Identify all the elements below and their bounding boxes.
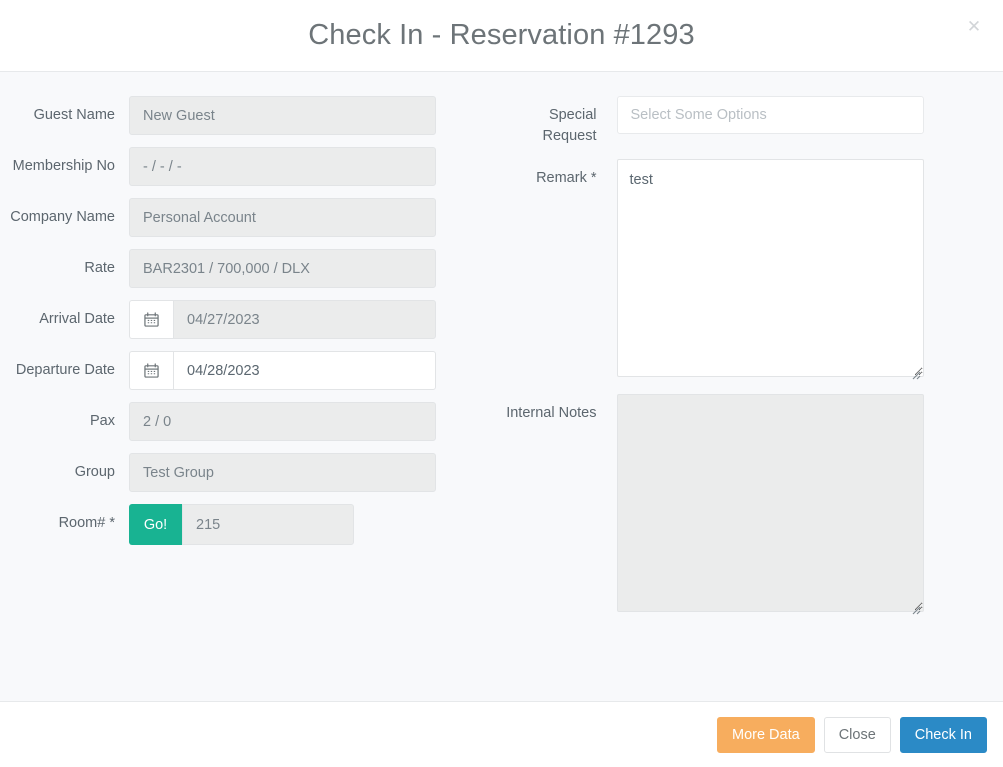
close-icon[interactable]: ✕ — [961, 13, 987, 39]
internal-notes-textarea[interactable] — [616, 394, 924, 612]
field-internal-notes: Internal Notes — [502, 394, 1003, 617]
form-column-left: Guest Name New Guest Membership No - / -… — [0, 96, 502, 629]
departure-date-group: 04/28/2023 — [129, 351, 436, 390]
rate-input[interactable]: BAR2301 / 700,000 / DLX — [129, 249, 436, 288]
modal-footer: More Data Close Check In — [0, 702, 1003, 767]
label-rate: Rate — [84, 260, 115, 276]
pax-input[interactable]: 2 / 0 — [129, 402, 436, 441]
label-remark: Remark * — [536, 170, 597, 186]
modal-body: Guest Name New Guest Membership No - / -… — [0, 72, 1003, 702]
label-arrival-date: Arrival Date — [39, 311, 115, 327]
membership-no-input[interactable]: - / - / - — [129, 147, 436, 186]
group-input[interactable]: Test Group — [129, 453, 436, 492]
field-membership-no: Membership No - / - / - — [0, 147, 502, 186]
form-column-right: Special Request Select Some Options Rema… — [502, 96, 1003, 629]
calendar-icon[interactable] — [129, 300, 173, 339]
calendar-icon[interactable] — [129, 351, 173, 390]
more-data-button[interactable]: More Data — [716, 716, 815, 753]
field-company-name: Company Name Personal Account — [0, 198, 502, 237]
field-arrival-date: Arrival Date 04/27/2023 — [0, 300, 502, 339]
label-internal-notes: Internal Notes — [506, 405, 597, 421]
field-departure-date: Departure Date 04/28/2023 — [0, 351, 502, 390]
modal-header: Check In - Reservation #1293 ✕ — [0, 0, 1003, 72]
label-company-name: Company Name — [10, 209, 115, 225]
field-rate: Rate BAR2301 / 700,000 / DLX — [0, 249, 502, 288]
label-membership-no: Membership No — [12, 158, 115, 174]
close-button[interactable]: Close — [823, 716, 891, 753]
guest-name-input[interactable]: New Guest — [129, 96, 436, 135]
go-button[interactable]: Go! — [129, 504, 182, 545]
field-remark: Remark * test — [502, 159, 1003, 382]
field-special-request: Special Request Select Some Options — [502, 96, 1003, 147]
label-guest-name: Guest Name — [33, 107, 115, 123]
label-departure-date: Departure Date — [15, 362, 115, 378]
remark-textarea[interactable]: test — [616, 159, 924, 377]
check-in-modal: Check In - Reservation #1293 ✕ Guest Nam… — [0, 0, 1003, 767]
field-guest-name: Guest Name New Guest — [0, 96, 502, 135]
arrival-date-input[interactable]: 04/27/2023 — [173, 300, 436, 339]
departure-date-input[interactable]: 04/28/2023 — [173, 351, 436, 390]
label-room-number: Room# * — [58, 515, 115, 531]
field-pax: Pax 2 / 0 — [0, 402, 502, 441]
label-group: Group — [74, 464, 115, 480]
special-request-multiselect[interactable]: Select Some Options — [616, 96, 924, 134]
check-in-button[interactable]: Check In — [899, 716, 987, 753]
label-pax: Pax — [90, 413, 115, 429]
field-room-number: Room# * Go! 215 — [0, 504, 502, 545]
room-number-input[interactable]: 215 — [182, 504, 354, 545]
room-number-group: Go! 215 — [129, 504, 354, 545]
page-title: Check In - Reservation #1293 — [308, 19, 695, 51]
field-group: Group Test Group — [0, 453, 502, 492]
company-name-input[interactable]: Personal Account — [129, 198, 436, 237]
label-special-request: Special Request — [542, 107, 597, 144]
arrival-date-group: 04/27/2023 — [129, 300, 436, 339]
